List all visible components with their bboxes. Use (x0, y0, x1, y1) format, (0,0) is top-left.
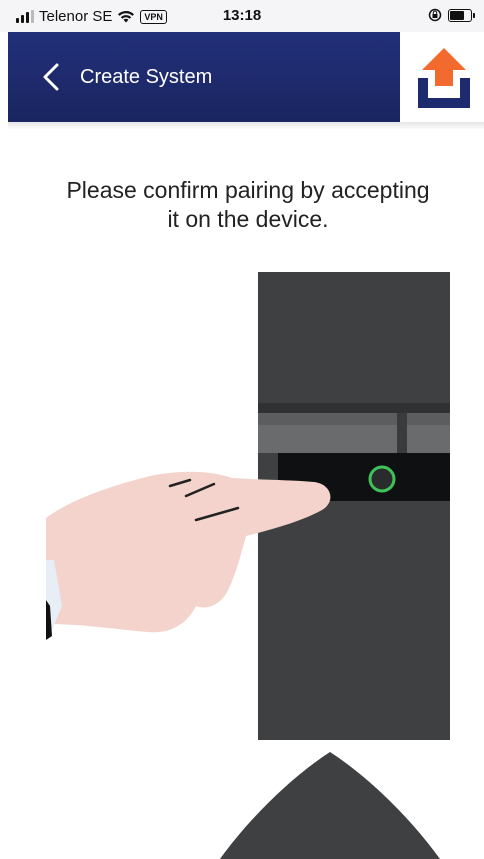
pairing-illustration (46, 272, 450, 859)
device-band (258, 403, 450, 413)
device-pairing-button (368, 465, 396, 493)
device-bottom-shape (220, 752, 440, 859)
device-divider (397, 413, 407, 453)
